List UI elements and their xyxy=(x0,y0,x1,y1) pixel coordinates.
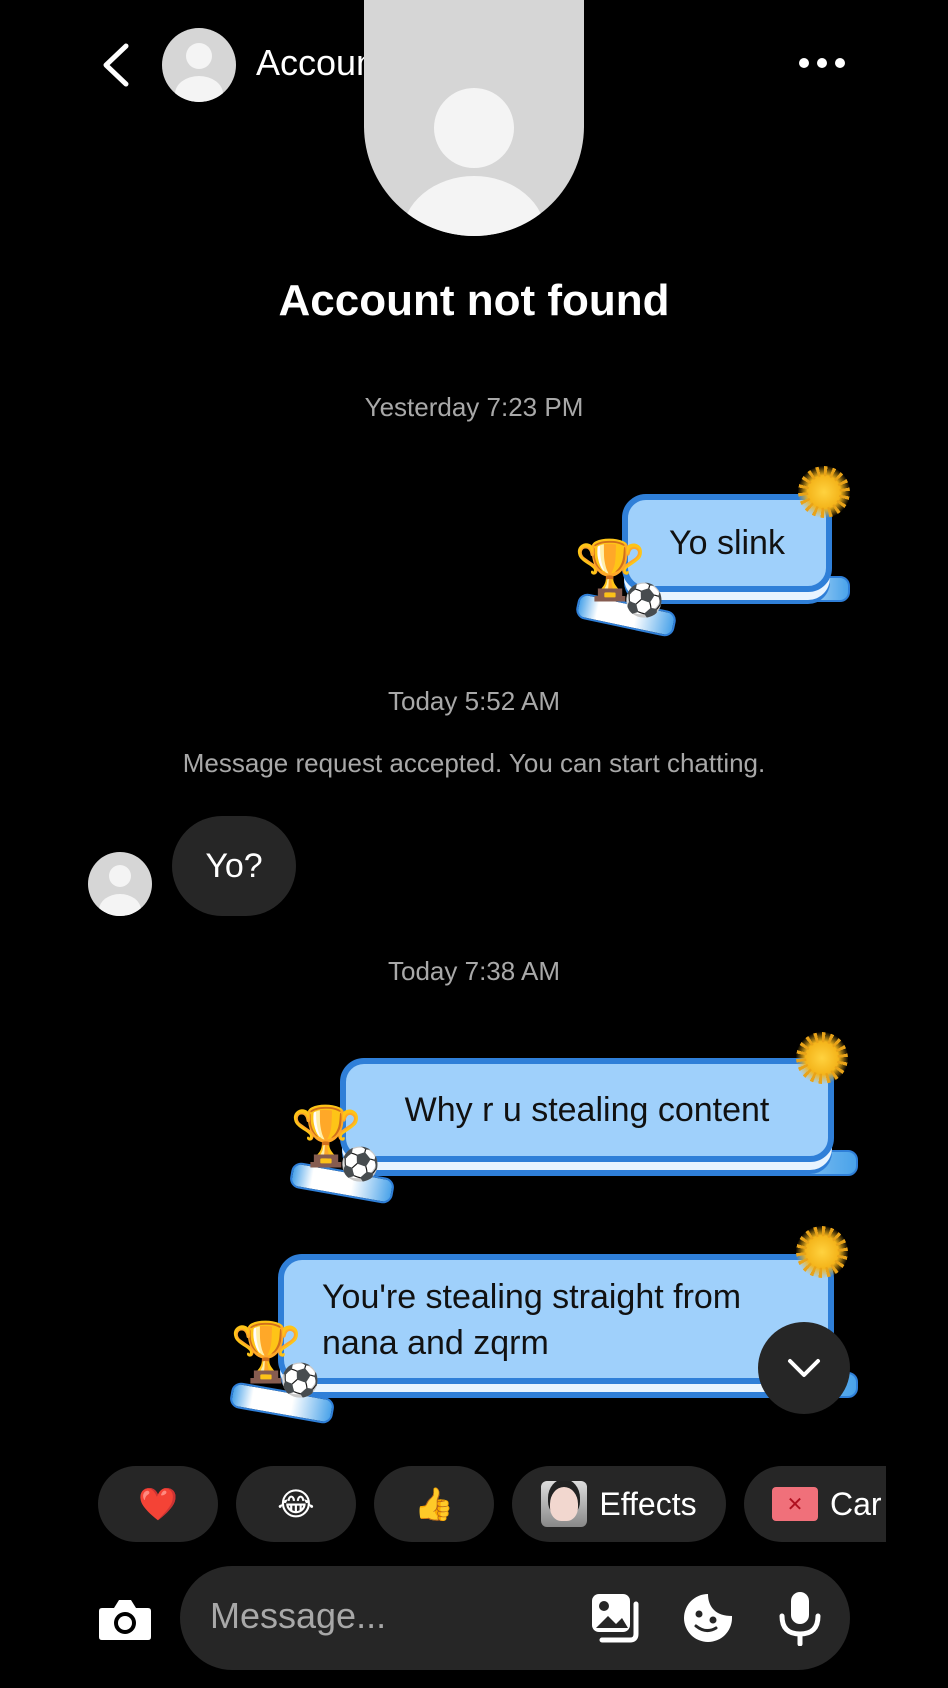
message-text: You're stealing straight from xyxy=(322,1278,742,1316)
system-message: Message request accepted. You can start … xyxy=(182,748,766,778)
outgoing-message[interactable]: Why r u stealing content 🏆 ⚽ xyxy=(288,1030,860,1210)
message-text: nana and zqrm xyxy=(322,1324,549,1362)
message-text: Why r u stealing content xyxy=(404,1090,770,1129)
timestamp: Today 7:38 AM xyxy=(388,956,560,986)
outgoing-message[interactable]: Yo slink 🏆 ⚽ xyxy=(574,464,860,644)
header-avatar[interactable] xyxy=(162,28,236,102)
soccer-ball-icon: ⚽ xyxy=(340,1146,380,1182)
soccer-ball-icon: ⚽ xyxy=(624,582,664,618)
camera-icon[interactable] xyxy=(96,1590,154,1648)
effects-thumbnail-icon xyxy=(541,1481,588,1527)
chevron-down-icon xyxy=(788,1359,820,1377)
cards-label: Car xyxy=(830,1485,882,1522)
profile-name: Account not found xyxy=(278,276,670,325)
scroll-to-bottom-button[interactable] xyxy=(758,1322,850,1414)
back-chevron-icon[interactable] xyxy=(96,40,136,90)
effects-label: Effects xyxy=(599,1485,697,1522)
sticker-icon[interactable] xyxy=(680,1590,736,1646)
message-input[interactable]: Message... xyxy=(210,1595,386,1637)
default-avatar-icon xyxy=(99,865,141,916)
profile-avatar[interactable] xyxy=(364,0,584,236)
sun-decoration-icon xyxy=(798,466,850,518)
message-text: Yo slink xyxy=(669,523,785,562)
incoming-message[interactable]: Yo? xyxy=(172,816,296,916)
thumbs-up-icon: 👍 xyxy=(414,1486,454,1522)
timestamp: Yesterday 7:23 PM xyxy=(364,392,584,422)
more-options-icon[interactable] xyxy=(798,50,846,76)
laughing-emoji-icon: 😂 xyxy=(277,1486,315,1522)
card-envelope-icon: ✕ xyxy=(772,1487,818,1521)
default-avatar-icon xyxy=(402,88,546,236)
quick-actions-bar: ❤️ 😂 👍 Effects ✕ Car xyxy=(0,1460,886,1550)
timestamp: Today 5:52 AM xyxy=(388,686,560,716)
gallery-icon[interactable] xyxy=(588,1590,644,1646)
sun-decoration-icon xyxy=(796,1226,848,1278)
thumbs-up-reaction-button[interactable]: 👍 xyxy=(374,1466,494,1542)
default-avatar-icon xyxy=(175,43,223,102)
soccer-ball-icon: ⚽ xyxy=(280,1362,320,1398)
microphone-icon[interactable] xyxy=(772,1590,828,1646)
laugh-reaction-button[interactable]: 😂 xyxy=(236,1466,356,1542)
sender-avatar[interactable] xyxy=(88,852,152,916)
heart-reaction-button[interactable]: ❤️ xyxy=(98,1466,218,1542)
cards-button[interactable]: ✕ Car xyxy=(744,1466,886,1542)
effects-button[interactable]: Effects xyxy=(512,1466,726,1542)
sun-decoration-icon xyxy=(796,1032,848,1084)
heart-icon: ❤️ xyxy=(138,1486,178,1522)
